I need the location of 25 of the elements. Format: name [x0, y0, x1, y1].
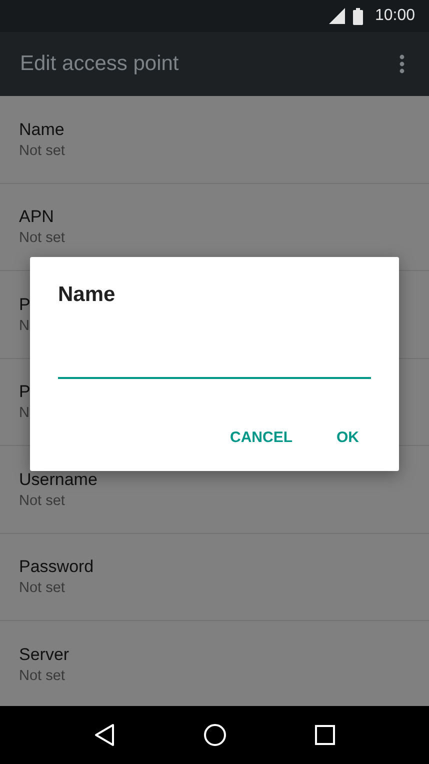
setting-title[interactable]: Server [19, 644, 70, 665]
setting-title[interactable]: Name [19, 120, 64, 140]
setting-title[interactable]: P [19, 382, 30, 402]
back-icon[interactable] [94, 723, 116, 747]
setting-value: Not set [19, 142, 65, 159]
setting-title[interactable]: APN [19, 207, 54, 228]
dialog-button[interactable]: OK [324, 423, 371, 452]
setting-value: N [19, 405, 30, 422]
app-bar-title: Edit access point [20, 52, 179, 76]
setting-title[interactable]: Username [19, 470, 98, 490]
more-options-icon[interactable] [399, 54, 405, 74]
setting-title[interactable]: Password [19, 557, 94, 578]
home-icon[interactable] [203, 723, 228, 747]
dialog-button[interactable]: CANCEL [218, 423, 304, 452]
setting-value: Not set [19, 668, 65, 684]
recents-icon[interactable] [315, 725, 336, 745]
signal-icon [328, 8, 345, 24]
setting-value: Not set [19, 492, 65, 509]
dialog-title: Name [58, 283, 116, 307]
setting-value: N [19, 318, 30, 334]
setting-value: Not set [19, 580, 65, 596]
setting-value: Not set [19, 230, 65, 246]
setting-title[interactable]: P [19, 294, 30, 315]
battery-icon [352, 8, 363, 24]
clock-time: 10:00 [374, 7, 415, 25]
